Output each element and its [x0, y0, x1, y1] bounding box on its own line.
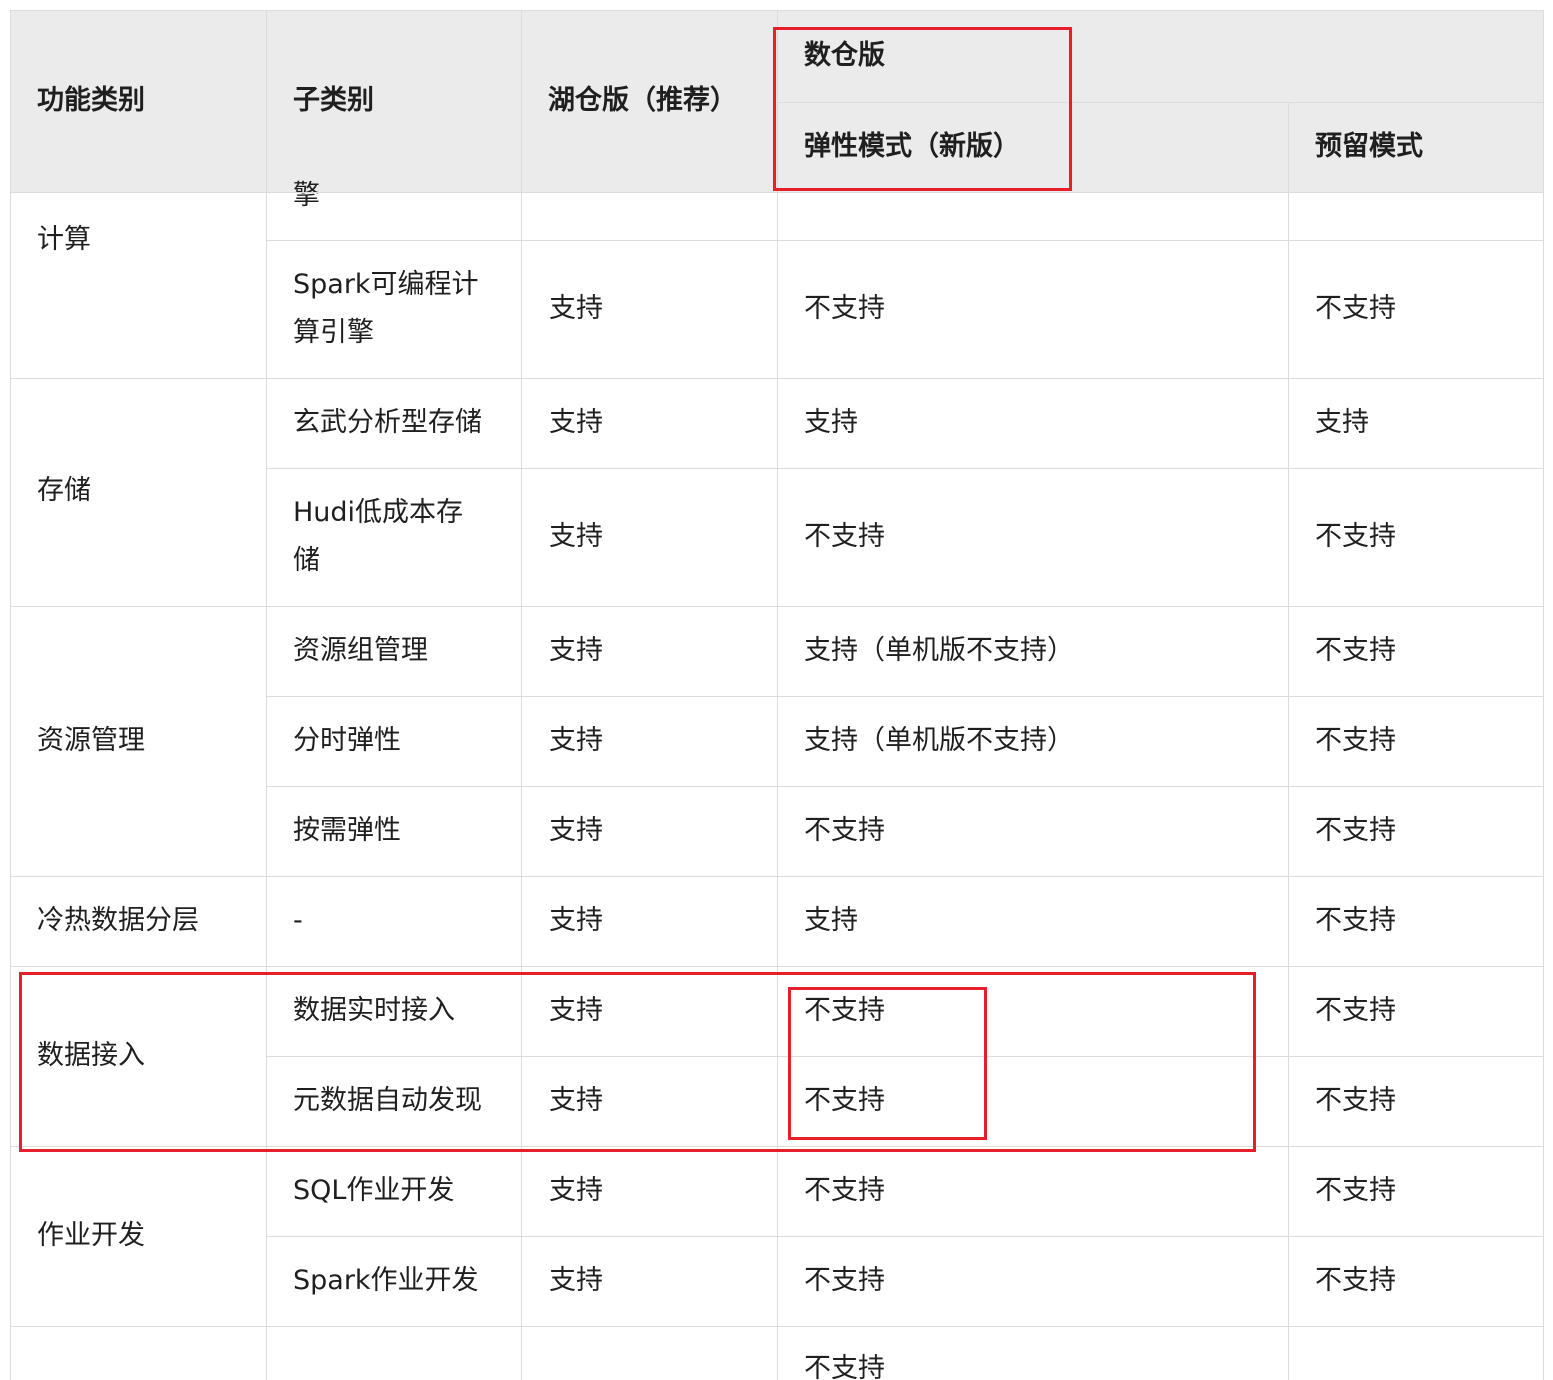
elastic-discovery: 不支持 [804, 1085, 885, 1116]
reserved-ondemand: 不支持 [1315, 815, 1396, 846]
category-ingest: 数据接入 [37, 1040, 145, 1071]
lake-spark-job: 支持 [549, 1265, 603, 1296]
lake-realtime: 支持 [549, 995, 603, 1026]
category-tiering: 冷热数据分层 [37, 905, 199, 936]
category-jobs: 作业开发 [37, 1220, 145, 1251]
reserved-resource-group: 不支持 [1315, 635, 1396, 666]
lake-xuanwu: 支持 [549, 407, 603, 438]
elastic-realtime: 不支持 [804, 995, 885, 1026]
row-divider [10, 606, 1544, 607]
subcategory-hudi-line2: 储 [293, 545, 320, 576]
row-divider [266, 240, 1544, 241]
row-divider [10, 192, 1544, 193]
subcategory-spark-engine-line1: Spark可编程计 [293, 269, 479, 300]
header-subcategory: 子类别 [293, 85, 374, 116]
category-resource: 资源管理 [37, 725, 145, 756]
lake-ondemand: 支持 [549, 815, 603, 846]
header-subcategory-cell: 子类别 [266, 10, 521, 192]
column-divider [1288, 102, 1289, 1380]
reserved-tiering: 不支持 [1315, 905, 1396, 936]
reserved-hudi: 不支持 [1315, 521, 1396, 552]
subcategory-spark-engine-line2: 算引擎 [293, 317, 374, 348]
reserved-spark-engine: 不支持 [1315, 293, 1396, 324]
lake-timeshare: 支持 [549, 725, 603, 756]
reserved-discovery: 不支持 [1315, 1085, 1396, 1116]
category-storage: 存储 [37, 475, 91, 506]
row-divider [266, 468, 1544, 469]
subcategory-realtime: 数据实时接入 [293, 995, 455, 1026]
lake-hudi: 支持 [549, 521, 603, 552]
column-divider [266, 10, 267, 1380]
subcategory-resource-group: 资源组管理 [293, 635, 428, 666]
row-divider [10, 1146, 1544, 1147]
row-divider [10, 378, 1544, 379]
header-elastic-cell: 弹性模式（新版） [777, 102, 1288, 192]
row-divider [266, 696, 1544, 697]
subcategory-timeshare: 分时弹性 [293, 725, 401, 756]
row-divider [777, 102, 1544, 103]
reserved-sql-job: 不支持 [1315, 1175, 1396, 1206]
elastic-hudi: 不支持 [804, 521, 885, 552]
lake-discovery: 支持 [549, 1085, 603, 1116]
subcategory-tiering: - [293, 905, 303, 936]
table-border-top [10, 10, 1544, 11]
header-lake-cell: 湖仓版（推荐） [521, 10, 777, 192]
reserved-spark-job: 不支持 [1315, 1265, 1396, 1296]
subcategory-engine-partial: 擎 [293, 180, 320, 211]
row-divider [266, 1236, 1544, 1237]
header-elastic-mode: 弹性模式（新版） [804, 131, 1020, 162]
subcategory-discovery: 元数据自动发现 [293, 1085, 482, 1116]
header-category: 功能类别 [37, 85, 145, 116]
elastic-resource-group: 支持（单机版不支持） [804, 635, 1074, 666]
reserved-timeshare: 不支持 [1315, 725, 1396, 756]
column-divider [777, 10, 778, 1380]
row-divider [10, 966, 1544, 967]
subcategory-sql-job: SQL作业开发 [293, 1175, 455, 1206]
header-category-cell: 功能类别 [10, 10, 266, 192]
elastic-ondemand: 不支持 [804, 815, 885, 846]
table-border-right [1543, 10, 1544, 1380]
elastic-spark-job: 不支持 [804, 1265, 885, 1296]
feature-comparison-table: 功能类别 子类别 湖仓版（推荐） 数仓版 弹性模式（新版） 预留模式 计算 擎 … [10, 10, 1544, 1380]
subcategory-xuanwu: 玄武分析型存储 [293, 407, 482, 438]
reserved-realtime: 不支持 [1315, 995, 1396, 1026]
lake-spark-engine: 支持 [549, 293, 603, 324]
elastic-sql-job: 不支持 [804, 1175, 885, 1206]
row-divider [10, 876, 1544, 877]
reserved-xuanwu: 支持 [1315, 407, 1369, 438]
subcategory-spark-job: Spark作业开发 [293, 1265, 479, 1296]
table-border-left [10, 10, 11, 1380]
header-reserved-cell: 预留模式 [1288, 102, 1544, 192]
lake-sql-job: 支持 [549, 1175, 603, 1206]
header-warehouse-edition: 数仓版 [804, 40, 885, 71]
header-warehouse-cell: 数仓版 [777, 10, 1544, 102]
row-divider [266, 1056, 1544, 1057]
lake-tiering: 支持 [549, 905, 603, 936]
elastic-tiering: 支持 [804, 905, 858, 936]
elastic-timeshare: 支持（单机版不支持） [804, 725, 1074, 756]
elastic-partial-bottom: 不支持 [804, 1353, 885, 1380]
row-divider [10, 1326, 1544, 1327]
subcategory-ondemand: 按需弹性 [293, 815, 401, 846]
category-compute: 计算 [37, 224, 91, 255]
lake-resource-group: 支持 [549, 635, 603, 666]
elastic-spark-engine: 不支持 [804, 293, 885, 324]
column-divider [521, 10, 522, 1380]
subcategory-hudi-line1: Hudi低成本存 [293, 497, 464, 528]
header-lake-edition: 湖仓版（推荐） [548, 85, 737, 116]
header-reserved-mode: 预留模式 [1315, 131, 1423, 162]
elastic-xuanwu: 支持 [804, 407, 858, 438]
row-divider [266, 786, 1544, 787]
